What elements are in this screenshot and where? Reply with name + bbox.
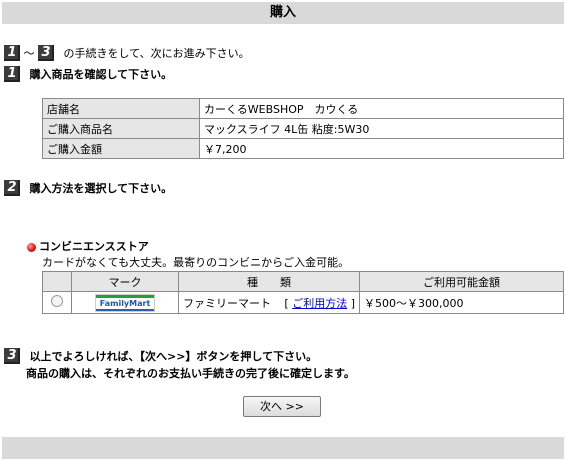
step2-heading-line: 2 購入方法を選択して下さい。: [4, 180, 172, 196]
step-number-badge: 1: [4, 45, 20, 61]
step3-line1: 3 以上でよろしければ、【次へ>>】ボタンを押して下さい。: [4, 348, 317, 364]
tilde: ～: [23, 47, 35, 60]
step1-heading: 購入商品を確認して下さい。: [29, 68, 173, 81]
table-row: ご購入金額 ￥7,200: [42, 138, 564, 159]
table-row: 店舗名 カーくるWEBSHOP カウくる: [42, 98, 564, 119]
product-name-label: ご購入商品名: [42, 118, 200, 139]
mark-column-header: マーク: [71, 271, 179, 292]
step-number-badge: 3: [4, 348, 20, 364]
range-cell: ￥500～￥300,000: [359, 291, 564, 314]
familymart-logo: FamilyMart: [95, 293, 155, 312]
mark-cell: FamilyMart: [71, 291, 179, 314]
order-summary-table: 店舗名 カーくるWEBSHOP カウくる ご購入商品名 マックスライフ 4L缶 …: [42, 98, 564, 159]
step3-instruction: 以上でよろしければ、【次へ>>】ボタンを押して下さい。: [29, 350, 318, 363]
table-row: FamilyMart ファミリーマート [ ご利用方法 ] ￥500～￥300,…: [42, 291, 564, 314]
table-header-row: マーク 種 類 ご利用可能金額: [42, 271, 564, 292]
table-row: ご購入商品名 マックスライフ 4L缶 粘度:5W30: [42, 118, 564, 139]
method-description: カードがなくても大丈夫。最寄りのコンビニからご入金可能。: [42, 256, 350, 269]
footer-bar: [2, 437, 564, 459]
next-button[interactable]: 次へ >>: [243, 396, 321, 417]
red-bullet-icon: [27, 242, 36, 252]
method-title: コンビニエンスストア: [39, 240, 149, 253]
step-number-badge: 3: [38, 45, 54, 61]
step-number-badge: 1: [4, 66, 20, 82]
product-name-value: マックスライフ 4L缶 粘度:5W30: [199, 118, 564, 139]
step2-heading: 購入方法を選択して下さい。: [29, 182, 173, 195]
page-title: 購入: [269, 5, 296, 20]
type-cell: ファミリーマート [ ご利用方法 ]: [178, 291, 360, 314]
usage-instructions-link[interactable]: ご利用方法: [292, 297, 347, 310]
intro-line: 1 ～ 3 の手続きをして、次にお進み下さい。: [4, 45, 250, 61]
step-number-badge: 2: [4, 180, 20, 196]
step3-note: 商品の購入は、それぞれのお支払い手続きの完了後に確定します。: [26, 367, 355, 380]
bracket-open: [: [284, 296, 289, 310]
page-title-bar: 購入: [2, 2, 564, 24]
familymart-radio[interactable]: [51, 295, 63, 307]
shop-name-label: 店舗名: [42, 98, 200, 119]
step1-heading-line: 1 購入商品を確認して下さい。: [4, 66, 172, 82]
payment-method-table: マーク 種 類 ご利用可能金額 FamilyMart ファミリーマート [ ご利…: [42, 271, 564, 314]
shop-name-value: カーくるWEBSHOP カウくる: [199, 98, 564, 119]
amount-label: ご購入金額: [42, 138, 200, 159]
bracket-close: ]: [350, 296, 355, 310]
range-column-header: ご利用可能金額: [359, 271, 564, 292]
type-column-header: 種 類: [178, 271, 360, 292]
amount-value: ￥7,200: [199, 138, 564, 159]
method-title-line: コンビニエンスストア: [27, 238, 149, 254]
radio-column-header: [42, 271, 72, 292]
radio-cell: [42, 291, 72, 314]
intro-text: の手続きをして、次にお進み下さい。: [63, 47, 250, 60]
store-name: ファミリーマート: [183, 296, 271, 310]
